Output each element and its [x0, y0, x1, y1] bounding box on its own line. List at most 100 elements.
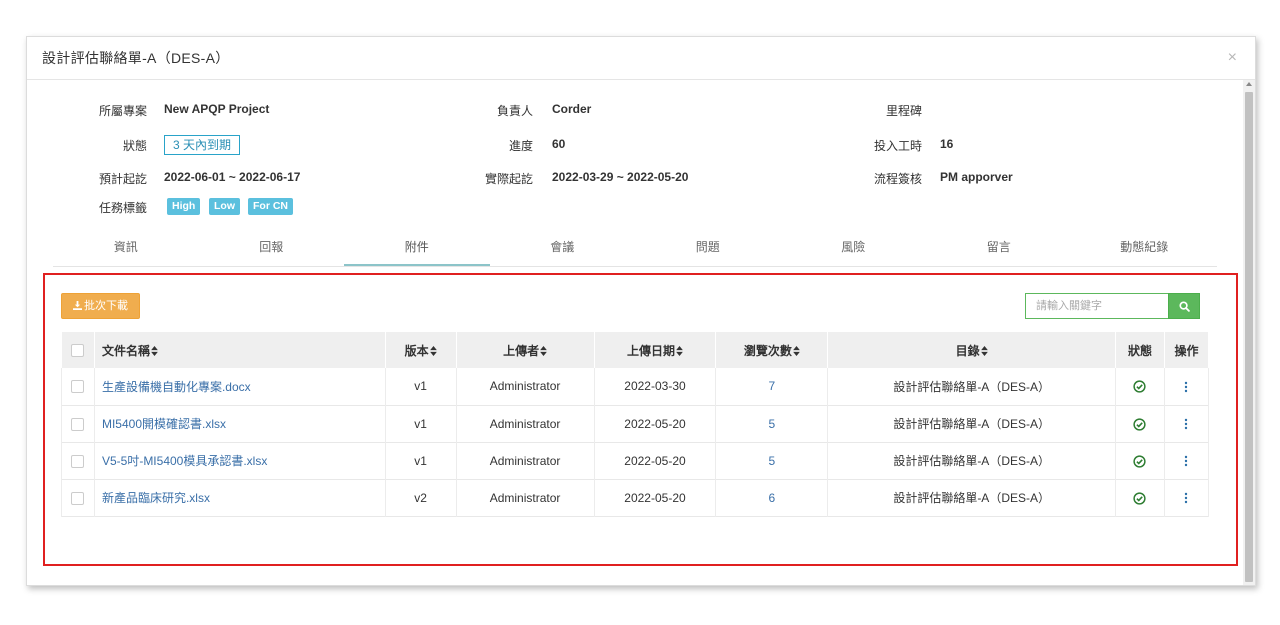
- col-name-header[interactable]: 文件名稱: [93, 332, 386, 368]
- file-link[interactable]: MI5400開模確認書.xlsx: [102, 417, 226, 431]
- tab-report[interactable]: 回報: [199, 227, 345, 266]
- hours-value: 16: [940, 137, 954, 151]
- sort-icon: [151, 346, 158, 357]
- file-link[interactable]: V5-5吋-MI5400模具承認書.xlsx: [102, 454, 267, 468]
- file-link[interactable]: 生產設備機自動化專案.docx: [102, 380, 251, 394]
- status-badge: 3 天內到期: [164, 135, 241, 155]
- col-views-header[interactable]: 瀏覽次數: [715, 332, 829, 368]
- views-count[interactable]: 7: [769, 379, 776, 393]
- row-checkbox[interactable]: [71, 417, 85, 431]
- views-count[interactable]: 6: [769, 491, 776, 505]
- uploader-cell: Administrator: [455, 479, 595, 516]
- views-cell: 5: [715, 405, 829, 442]
- folder-cell: 設計評估聯絡單-A（DES-A）: [827, 368, 1117, 405]
- tab-comments[interactable]: 留言: [926, 227, 1072, 266]
- col-uploader-header[interactable]: 上傳者: [455, 332, 595, 368]
- views-count[interactable]: 5: [769, 454, 776, 468]
- row-select-cell: [61, 479, 95, 516]
- progress-label: 進度: [508, 139, 533, 153]
- row-checkbox[interactable]: [71, 454, 85, 468]
- file-link[interactable]: 新產品臨床研究.xlsx: [102, 491, 210, 505]
- owner-value: Corder: [552, 102, 592, 116]
- action-cell: [1163, 405, 1210, 442]
- select-all-cell: [61, 332, 95, 368]
- folder-cell: 設計評估聯絡單-A（DES-A）: [827, 442, 1117, 479]
- batch-download-label: 批次下載: [84, 300, 128, 312]
- views-cell: 5: [715, 442, 829, 479]
- views-cell: 6: [715, 479, 829, 516]
- row-checkbox[interactable]: [71, 491, 85, 505]
- file-name-cell: V5-5吋-MI5400模具承認書.xlsx: [93, 442, 386, 479]
- screen: 設計評估聯絡單-A（DES-A） × 所屬專案 New APQP Project…: [0, 0, 1280, 625]
- progress-value: 60: [552, 137, 566, 151]
- task-modal: 設計評估聯絡單-A（DES-A） × 所屬專案 New APQP Project…: [26, 36, 1256, 586]
- tags-label: 任務標籤: [98, 201, 147, 215]
- actual-value: 2022-03-29 ~ 2022-05-20: [552, 170, 689, 184]
- more-vertical-icon[interactable]: [1184, 381, 1188, 393]
- tag-low: Low: [209, 198, 240, 215]
- col-version-header[interactable]: 版本: [384, 332, 457, 368]
- row-checkbox[interactable]: [71, 380, 85, 394]
- tab-bar: 資訊 回報 附件 會議 問題 風險 留言 動態紀錄: [53, 227, 1217, 267]
- scroll-thumb[interactable]: [1245, 92, 1253, 582]
- uploader-cell: Administrator: [455, 442, 595, 479]
- views-cell: 7: [715, 368, 829, 405]
- col-date-header[interactable]: 上傳日期: [593, 332, 717, 368]
- tag-high: High: [167, 198, 201, 215]
- flow-value: PM apporver: [940, 170, 1013, 184]
- table-header-row: 文件名稱 版本 上傳者 上傳日期 瀏覽次數 目錄 狀態 操作: [61, 332, 1210, 368]
- file-name-cell: 新產品臨床研究.xlsx: [93, 479, 386, 516]
- date-cell: 2022-03-30: [593, 368, 717, 405]
- tag-for-cn: For CN: [248, 198, 293, 215]
- sort-icon: [980, 346, 988, 357]
- modal-header: 設計評估聯絡單-A（DES-A） ×: [27, 37, 1255, 80]
- tab-risks[interactable]: 風險: [781, 227, 927, 266]
- folder-cell: 設計評估聯絡單-A（DES-A）: [827, 405, 1117, 442]
- col-folder-label: 目錄: [955, 343, 980, 358]
- scrollbar[interactable]: [1243, 80, 1255, 585]
- date-cell: 2022-05-20: [593, 442, 717, 479]
- tab-info[interactable]: 資訊: [53, 227, 199, 266]
- sort-icon: [676, 346, 683, 357]
- search-input[interactable]: 請輸入關鍵字: [1025, 293, 1169, 319]
- tab-issues[interactable]: 問題: [635, 227, 781, 266]
- action-cell: [1163, 442, 1210, 479]
- search-button[interactable]: [1168, 293, 1200, 319]
- batch-download-button[interactable]: 批次下載: [61, 293, 140, 319]
- version-cell: v1: [384, 405, 457, 442]
- col-date-label: 上傳日期: [626, 343, 675, 358]
- planned-value: 2022-06-01 ~ 2022-06-17: [164, 170, 301, 184]
- tab-attachments[interactable]: 附件: [344, 227, 490, 266]
- check-circle-icon: [1133, 455, 1147, 468]
- tab-activity-log[interactable]: 動態紀錄: [1072, 227, 1218, 266]
- tab-meetings[interactable]: 會議: [490, 227, 636, 266]
- views-count[interactable]: 5: [769, 417, 776, 431]
- file-name-cell: 生產設備機自動化專案.docx: [93, 368, 386, 405]
- status-cell: [1115, 479, 1165, 516]
- table-row: 新產品臨床研究.xlsx v2 Administrator 2022-05-20…: [61, 479, 1210, 516]
- check-circle-icon: [1133, 380, 1147, 394]
- folder-cell: 設計評估聯絡單-A（DES-A）: [827, 479, 1117, 516]
- attachments-table: 文件名稱 版本 上傳者 上傳日期 瀏覽次數 目錄 狀態 操作 生產設備機自動化專…: [61, 332, 1210, 517]
- sort-icon: [540, 346, 547, 357]
- col-folder-header[interactable]: 目錄: [827, 332, 1117, 368]
- scroll-up-arrow-icon[interactable]: [1246, 82, 1252, 86]
- uploader-cell: Administrator: [455, 405, 595, 442]
- flow-label: 流程簽核: [873, 172, 922, 186]
- sort-icon: [793, 346, 800, 357]
- version-cell: v2: [384, 479, 457, 516]
- close-icon[interactable]: ×: [1228, 49, 1237, 67]
- date-cell: 2022-05-20: [593, 479, 717, 516]
- status-label: 狀態: [122, 139, 147, 153]
- col-status-header: 狀態: [1115, 332, 1165, 368]
- download-icon: [73, 301, 82, 310]
- more-vertical-icon[interactable]: [1184, 418, 1188, 430]
- col-views-label: 瀏覽次數: [743, 343, 792, 358]
- col-name-label: 文件名稱: [101, 343, 150, 358]
- status-cell: [1115, 368, 1165, 405]
- more-vertical-icon[interactable]: [1184, 455, 1188, 467]
- more-vertical-icon[interactable]: [1184, 492, 1188, 504]
- select-all-checkbox[interactable]: [71, 344, 85, 358]
- col-version-label: 版本: [404, 343, 429, 358]
- table-row: MI5400開模確認書.xlsx v1 Administrator 2022-0…: [61, 405, 1210, 442]
